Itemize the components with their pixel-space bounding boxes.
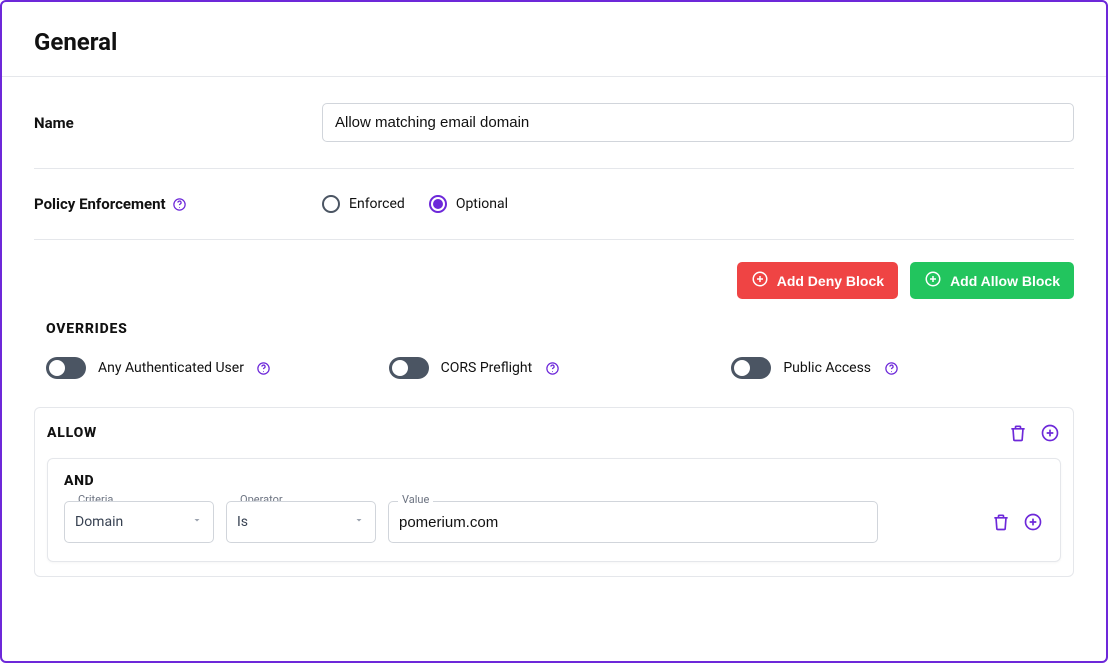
overrides-row: Any Authenticated User CORS Preflight Pu… [34,351,1074,397]
policy-enforcement-label-text: Policy Enforcement [34,195,166,213]
add-allow-block-label: Add Allow Block [950,273,1060,289]
name-label: Name [34,114,322,132]
override-label: Any Authenticated User [98,360,244,376]
help-icon[interactable] [256,360,272,376]
radio-optional-indicator [429,195,447,213]
plus-circle-icon [924,270,942,291]
override-public-access: Public Access [731,357,1074,379]
criteria-select[interactable]: Domain [64,501,214,543]
add-deny-block-button[interactable]: Add Deny Block [737,262,898,299]
radio-optional-label: Optional [456,196,508,212]
override-cors-preflight: CORS Preflight [389,357,732,379]
value-floating-label: Value [398,493,433,506]
allow-block-header: ALLOW [47,408,1061,452]
radio-enforced[interactable]: Enforced [322,195,405,213]
delete-block-button[interactable] [1007,422,1029,444]
criteria-select-value: Domain [75,514,123,530]
block-actions-row: Add Deny Block Add Allow Block [34,240,1074,299]
name-field-wrap [322,103,1074,142]
criteria-actions [990,511,1044,533]
plus-circle-icon [751,270,769,291]
override-any-authenticated-user: Any Authenticated User [46,357,389,379]
caret-down-icon [191,514,203,530]
panel-title: General [2,2,1106,77]
name-input[interactable] [322,103,1074,142]
add-deny-block-label: Add Deny Block [777,273,884,289]
toggle-cors-preflight[interactable] [389,357,429,379]
delete-criteria-button[interactable] [990,511,1012,533]
operator-field-wrap: Operator Is [226,501,376,543]
policy-radio-group-wrap: Enforced Optional [322,195,1074,213]
criteria-row: Criteria Domain Operator Is [64,501,1044,543]
policy-enforcement-row: Policy Enforcement Enforced Optional [34,169,1074,240]
general-panel: General Name Policy Enforcement Enforced [0,0,1108,663]
help-icon[interactable] [883,360,899,376]
policy-enforcement-label: Policy Enforcement [34,195,322,213]
override-label: Public Access [783,360,871,376]
help-icon[interactable] [544,360,560,376]
caret-down-icon [353,514,365,530]
and-group: AND Criteria Domain Operator [47,458,1061,562]
add-allow-block-button[interactable]: Add Allow Block [910,262,1074,299]
allow-block-actions [1007,422,1061,444]
operator-select[interactable]: Is [226,501,376,543]
help-icon[interactable] [172,196,188,212]
add-criteria-button[interactable] [1022,511,1044,533]
form-section: Name Policy Enforcement Enforced [2,77,1106,577]
overrides-heading: OVERRIDES [34,299,1074,351]
value-field-wrap: Value [388,501,978,543]
criteria-field-wrap: Criteria Domain [64,501,214,543]
toggle-public-access[interactable] [731,357,771,379]
and-group-title: AND [64,473,1044,501]
operator-select-value: Is [237,514,248,530]
toggle-any-authenticated-user[interactable] [46,357,86,379]
radio-optional[interactable]: Optional [429,195,508,213]
policy-radio-group: Enforced Optional [322,195,1074,213]
override-label: CORS Preflight [441,360,533,376]
add-group-button[interactable] [1039,422,1061,444]
allow-block-title: ALLOW [47,425,97,441]
radio-enforced-label: Enforced [349,196,405,212]
allow-block: ALLOW AND Criteria Domain [34,407,1074,577]
name-row: Name [34,77,1074,169]
value-input[interactable] [388,501,878,543]
radio-enforced-indicator [322,195,340,213]
